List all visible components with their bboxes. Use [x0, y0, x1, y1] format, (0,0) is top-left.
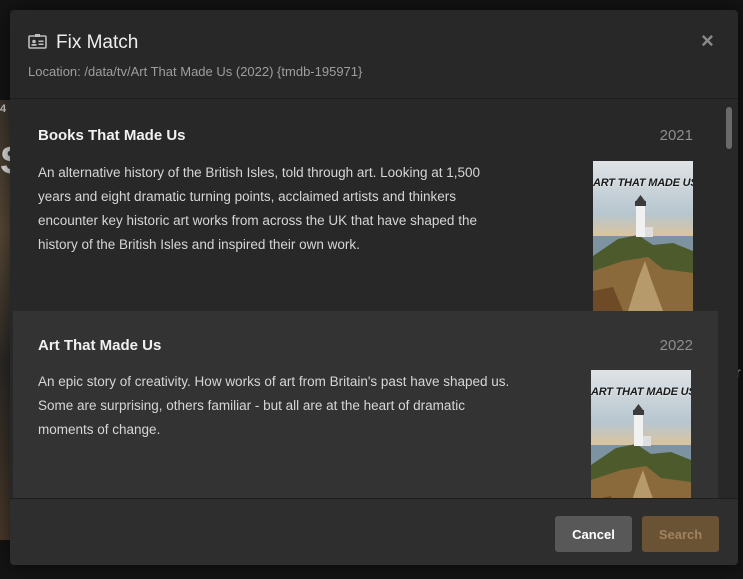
result-year: 2021 [659, 127, 693, 144]
close-icon[interactable]: × [701, 28, 714, 54]
search-results-list: Books That Made Us 2021 An alternative h… [13, 99, 720, 498]
dialog-footer: Cancel Search [10, 498, 738, 565]
poster-title-text: ART THAT MADE US [593, 177, 693, 189]
poster-title-text: ART THAT MADE US [591, 386, 691, 398]
scrollbar-thumb[interactable] [726, 107, 732, 149]
id-card-icon [28, 34, 47, 49]
result-description: An epic story of creativity. How works o… [38, 374, 510, 437]
search-result-item[interactable]: Books That Made Us 2021 An alternative h… [13, 99, 718, 311]
search-button[interactable]: Search [642, 516, 719, 552]
background-text: 4 [0, 103, 7, 115]
result-title: Art That Made Us [38, 337, 162, 354]
cancel-button[interactable]: Cancel [555, 516, 632, 552]
location-path: Location: /data/tv/Art That Made Us (202… [28, 64, 363, 79]
result-poster: ART THAT MADE US [593, 161, 693, 311]
fix-match-dialog: Fix Match × Location: /data/tv/Art That … [10, 10, 738, 565]
result-year: 2022 [659, 337, 693, 354]
search-result-item-selected[interactable]: Art That Made Us 2022 An epic story of c… [13, 311, 718, 498]
dialog-title: Fix Match [56, 32, 139, 53]
dialog-header: Fix Match × Location: /data/tv/Art That … [10, 10, 738, 99]
result-title: Books That Made Us [38, 127, 186, 144]
result-poster: ART THAT MADE US [591, 370, 691, 498]
result-description: An alternative history of the British Is… [38, 165, 480, 252]
results-scrollbar[interactable] [724, 105, 735, 495]
